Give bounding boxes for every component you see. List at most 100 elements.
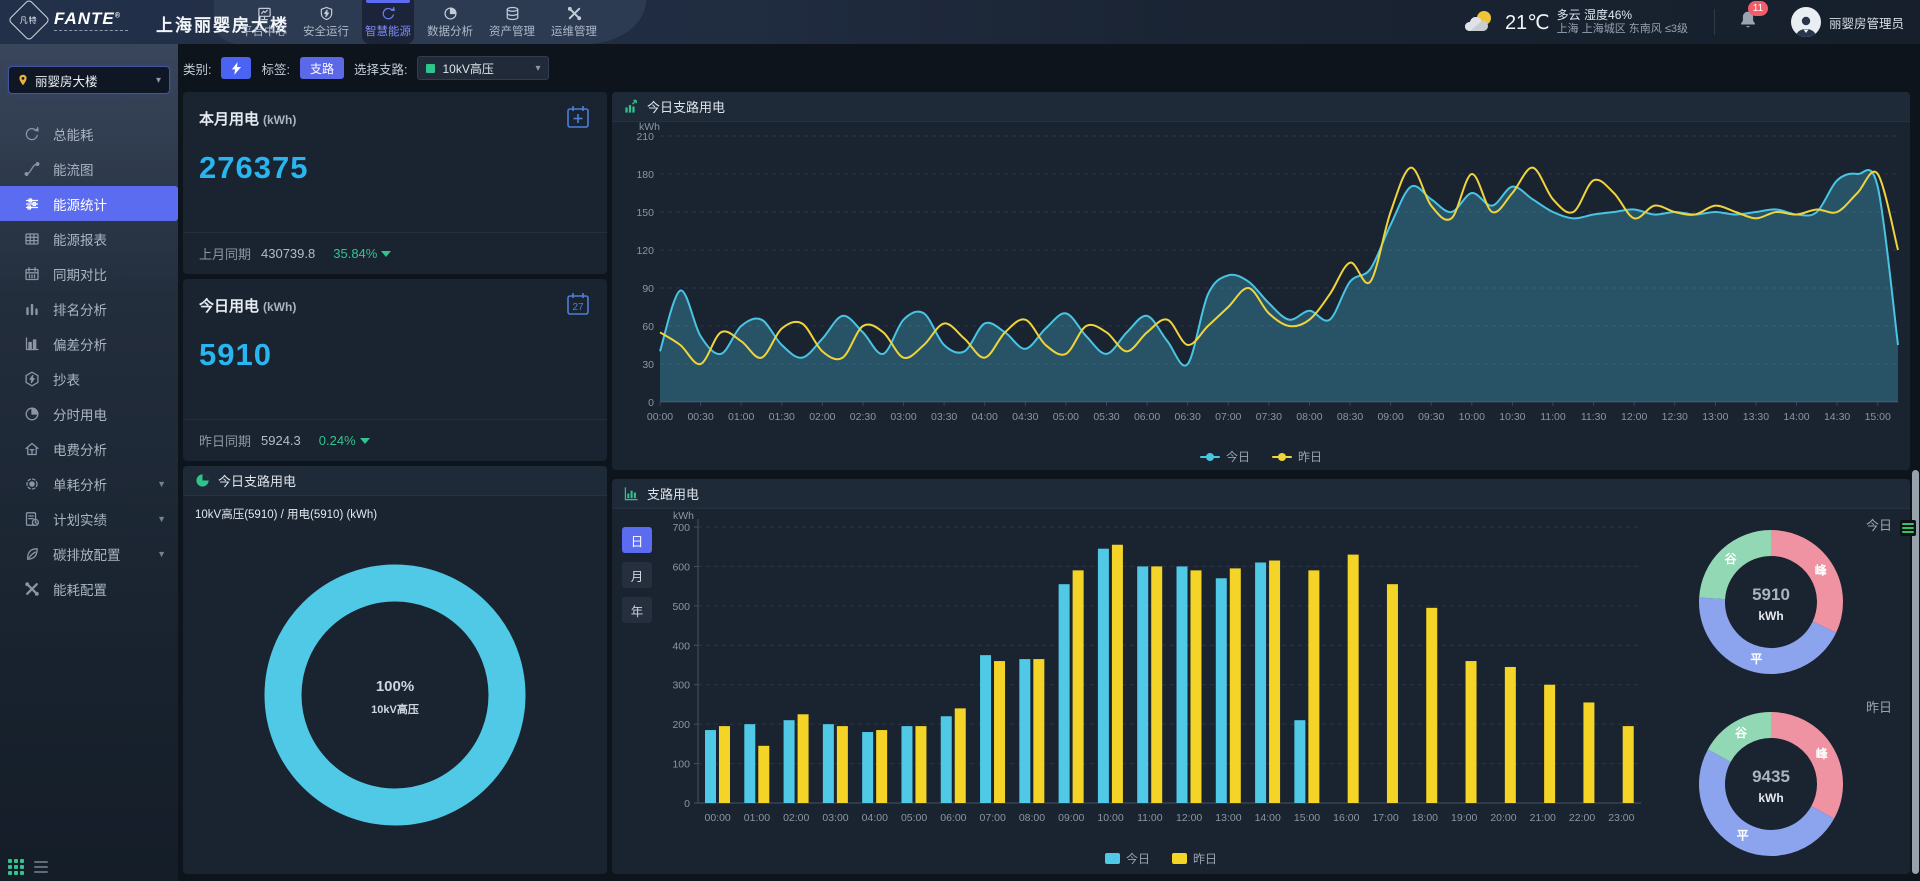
sidebar-item-6[interactable]: 排名分析 — [0, 291, 178, 326]
month-delta[interactable]: 35.84% — [333, 246, 391, 261]
sidebar-item-13[interactable]: 碳排放配置▼ — [0, 536, 178, 571]
svg-text:15:00: 15:00 — [1294, 812, 1320, 824]
sidebar-item-11[interactable]: 单耗分析▼ — [0, 466, 178, 501]
notification-badge: 11 — [1748, 1, 1768, 16]
yesterday-bar-marker — [1172, 853, 1187, 864]
svg-text:03:00: 03:00 — [822, 812, 848, 824]
topnav-item-2[interactable]: 安全运行 — [300, 0, 352, 44]
svg-text:210: 210 — [636, 131, 654, 143]
bar-panel-header: 支路用电 — [612, 479, 1910, 509]
sidebar-item-1[interactable]: 总能耗 — [0, 116, 178, 151]
avatar — [1791, 7, 1821, 37]
svg-text:23:00: 23:00 — [1608, 812, 1634, 824]
branch-color-square — [426, 64, 435, 73]
line-chart[interactable]: kWh030609012015018021000:0000:3001:0001:… — [616, 122, 1906, 428]
topnav-item-5[interactable]: 资产管理 — [486, 0, 538, 44]
trend-chart-icon — [624, 99, 639, 114]
today-delta[interactable]: 0.24% — [319, 433, 370, 448]
period-toggle-年[interactable]: 年 — [622, 597, 652, 623]
sidebar-item-label: 抄表 — [53, 369, 80, 389]
calendar-add-icon[interactable] — [565, 104, 591, 130]
building-select[interactable]: 丽婴房大楼 ▾ — [8, 66, 170, 94]
floating-menu-icon[interactable] — [1900, 520, 1916, 536]
total-donut-chart[interactable] — [250, 550, 540, 840]
svg-text:07:00: 07:00 — [980, 812, 1006, 824]
legend-today[interactable]: 今日 — [1200, 448, 1250, 465]
sidebar-item-2[interactable]: 能流图 — [0, 151, 178, 186]
legend-today[interactable]: 今日 — [1105, 850, 1150, 867]
sidebar-item-9[interactable]: 分时用电 — [0, 396, 178, 431]
sidebar-item-5[interactable]: 同期对比 — [0, 256, 178, 291]
bar-chart[interactable]: kWh010020030040050060070000:0001:0002:00… — [656, 511, 1666, 847]
legend-yesterday[interactable]: 昨日 — [1272, 448, 1322, 465]
topnav-item-1[interactable]: 平台中心 — [238, 0, 290, 44]
sidebar-item-label: 分时用电 — [53, 404, 107, 424]
category-electric-button[interactable] — [221, 57, 251, 79]
rank-icon — [24, 301, 40, 317]
weather-widget: 21℃ 多云 湿度46% 上海 上海城区 东南风 ≤3级 — [1464, 8, 1688, 37]
svg-text:15:00: 15:00 — [1865, 411, 1891, 423]
svg-text:120: 120 — [636, 245, 654, 257]
period-toggle-日[interactable]: 日 — [622, 527, 652, 553]
topnav-label: 平台中心 — [241, 23, 287, 39]
svg-text:05:30: 05:30 — [1093, 411, 1119, 423]
branch-label: 选择支路: — [354, 59, 407, 78]
svg-text:kWh: kWh — [1758, 791, 1783, 805]
today-usage-card: 今日用电(kWh) 27 5910 昨日同期 5924.3 0.24% — [183, 279, 607, 461]
svg-text:5910: 5910 — [1752, 585, 1790, 604]
svg-text:00:00: 00:00 — [647, 411, 673, 423]
brand-diamond-icon: 凡特 — [8, 0, 50, 41]
house-icon — [24, 441, 40, 457]
svg-text:平: 平 — [1737, 829, 1749, 843]
month-card-title: 本月用电(kWh) — [199, 108, 296, 129]
logo: 凡特 FANTE® — [14, 5, 128, 35]
period-toggle-月[interactable]: 月 — [622, 562, 652, 588]
svg-text:kWh: kWh — [673, 511, 694, 522]
legend-yesterday[interactable]: 昨日 — [1172, 850, 1217, 867]
today-bar-marker — [1105, 853, 1120, 864]
svg-text:平: 平 — [1750, 652, 1762, 666]
sidebar-item-8[interactable]: 抄表 — [0, 361, 178, 396]
today-tou-donut: 今日 峰平谷5910kWh — [1658, 511, 1898, 693]
svg-text:04:30: 04:30 — [1012, 411, 1038, 423]
topnav-item-6[interactable]: 运维管理 — [548, 0, 600, 44]
gear-icon — [24, 476, 40, 492]
svg-text:100: 100 — [672, 759, 690, 771]
svg-text:19:00: 19:00 — [1451, 812, 1477, 824]
svg-text:kWh: kWh — [1758, 609, 1783, 623]
topnav-item-4[interactable]: 数据分析 — [424, 0, 476, 44]
svg-text:500: 500 — [672, 601, 690, 613]
yesterday-tou-donut-chart[interactable]: 峰平谷9435kWh — [1686, 699, 1856, 869]
bar-chart-icon — [624, 486, 639, 501]
today-tou-donut-chart[interactable]: 峰平谷5910kWh — [1686, 517, 1856, 687]
list-icon[interactable] — [34, 861, 48, 873]
period-toggle: 日月年 — [622, 527, 652, 623]
svg-text:14:30: 14:30 — [1824, 411, 1850, 423]
apps-grid-icon[interactable] — [8, 859, 24, 875]
month-card-footer: 上月同期 430739.8 35.84% — [183, 232, 607, 274]
branch-select[interactable]: 10kV高压 ▾ — [417, 56, 549, 80]
svg-text:07:00: 07:00 — [1215, 411, 1241, 423]
notifications-button[interactable]: 11 — [1739, 10, 1757, 35]
brand-tagline-rule — [54, 30, 128, 31]
donut-panel-header: 今日支路用电 — [183, 466, 607, 496]
user-menu[interactable]: 丽婴房管理员 — [1791, 7, 1904, 37]
sidebar-item-12[interactable]: 计划实绩▼ — [0, 501, 178, 536]
sidebar-item-7[interactable]: 偏差分析 — [0, 326, 178, 361]
brand-name: FANTE® — [54, 10, 128, 27]
sidebar-item-10[interactable]: 电费分析 — [0, 431, 178, 466]
sidebar-item-label: 电费分析 — [53, 439, 107, 459]
top-nav: 平台中心安全运行智慧能源数据分析资产管理运维管理 — [238, 0, 600, 44]
sidebar-item-4[interactable]: 能源报表 — [0, 221, 178, 256]
topnav-item-3[interactable]: 智慧能源 — [362, 0, 414, 44]
sidebar-item-14[interactable]: 能耗配置 — [0, 571, 178, 606]
branch-select-value: 10kV高压 — [442, 60, 528, 77]
tag-branch-button[interactable]: 支路 — [300, 57, 344, 79]
topbar-divider — [1714, 9, 1715, 35]
sidebar-item-3[interactable]: 能源统计 — [0, 186, 178, 221]
trend-down-icon — [381, 251, 391, 257]
svg-text:0: 0 — [648, 397, 654, 409]
svg-text:峰: 峰 — [1815, 562, 1828, 577]
svg-text:02:00: 02:00 — [809, 411, 835, 423]
calendar-day-icon[interactable]: 27 — [565, 291, 591, 317]
